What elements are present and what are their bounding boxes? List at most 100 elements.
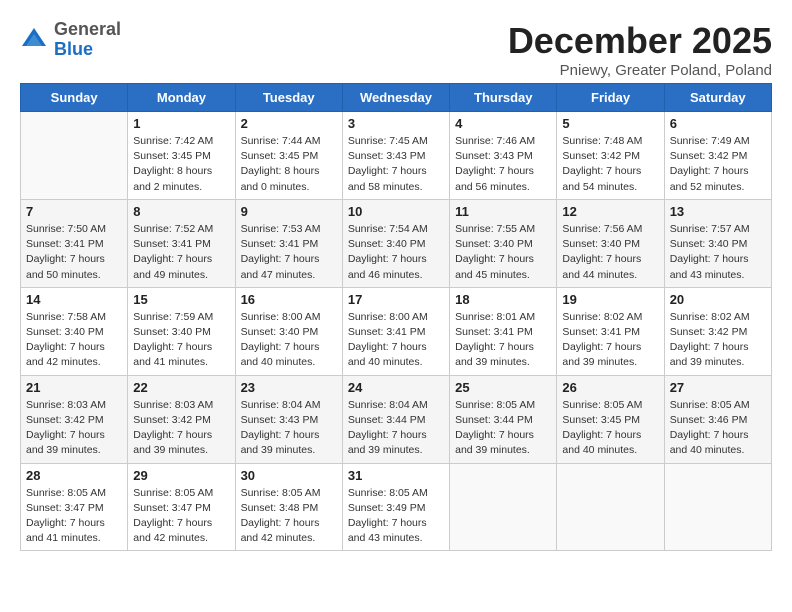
day-info: Sunrise: 7:54 AMSunset: 3:40 PMDaylight:…: [348, 222, 444, 283]
calendar-day-cell: 1Sunrise: 7:42 AMSunset: 3:45 PMDaylight…: [128, 112, 235, 200]
day-info: Sunrise: 8:05 AMSunset: 3:49 PMDaylight:…: [348, 486, 444, 547]
logo-icon: [20, 26, 48, 54]
weekday-header: Tuesday: [235, 84, 342, 112]
calendar-week-row: 7 Sunrise: 7:50 AMSunset: 3:41 PMDaylight…: [21, 199, 772, 287]
calendar-day-cell: 25 Sunrise: 8:05 AMSunset: 3:44 PMDayligh…: [450, 375, 557, 463]
day-number: 5: [562, 116, 658, 131]
calendar-day-cell: 21Sunrise: 8:03 AMSunset: 3:42 PMDayligh…: [21, 375, 128, 463]
weekday-header: Sunday: [21, 84, 128, 112]
calendar-week-row: 21Sunrise: 8:03 AMSunset: 3:42 PMDayligh…: [21, 375, 772, 463]
calendar-day-cell: 13Sunrise: 7:57 AMSunset: 3:40 PMDayligh…: [664, 199, 771, 287]
calendar-day-cell: 20 Sunrise: 8:02 AMSunset: 3:42 PMDayligh…: [664, 287, 771, 375]
day-number: 12: [562, 204, 658, 219]
day-info: Sunrise: 7:49 AMSunset: 3:42 PMDaylight:…: [670, 134, 766, 195]
day-number: 11: [455, 204, 551, 219]
day-number: 18: [455, 292, 551, 307]
day-number: 24: [348, 380, 444, 395]
calendar-day-cell: 19 Sunrise: 8:02 AMSunset: 3:41 PMDayligh…: [557, 287, 664, 375]
day-number: 21: [26, 380, 122, 395]
calendar-day-cell: 12 Sunrise: 7:56 AMSunset: 3:40 PMDayligh…: [557, 199, 664, 287]
day-info: Sunrise: 8:05 AMSunset: 3:44 PMDaylight:…: [455, 398, 551, 459]
day-info: Sunrise: 7:50 AMSunset: 3:41 PMDaylight:…: [26, 222, 122, 283]
calendar-day-cell: 6Sunrise: 7:49 AMSunset: 3:42 PMDaylight…: [664, 112, 771, 200]
calendar-day-cell: [664, 463, 771, 551]
day-info: Sunrise: 8:05 AMSunset: 3:45 PMDaylight:…: [562, 398, 658, 459]
day-number: 22: [133, 380, 229, 395]
calendar-day-cell: 29 Sunrise: 8:05 AMSunset: 3:47 PMDayligh…: [128, 463, 235, 551]
calendar-day-cell: 17 Sunrise: 8:00 AMSunset: 3:41 PMDayligh…: [342, 287, 449, 375]
day-info: Sunrise: 8:02 AMSunset: 3:41 PMDaylight:…: [562, 310, 658, 371]
calendar-day-cell: 8 Sunrise: 7:52 AMSunset: 3:41 PMDaylight…: [128, 199, 235, 287]
day-number: 8: [133, 204, 229, 219]
day-number: 9: [241, 204, 337, 219]
day-number: 31: [348, 468, 444, 483]
calendar-day-cell: 4 Sunrise: 7:46 AMSunset: 3:43 PMDaylight…: [450, 112, 557, 200]
weekday-header: Saturday: [664, 84, 771, 112]
calendar-day-cell: 9 Sunrise: 7:53 AMSunset: 3:41 PMDaylight…: [235, 199, 342, 287]
calendar-day-cell: [21, 112, 128, 200]
calendar-day-cell: 30Sunrise: 8:05 AMSunset: 3:48 PMDayligh…: [235, 463, 342, 551]
calendar-day-cell: 11 Sunrise: 7:55 AMSunset: 3:40 PMDayligh…: [450, 199, 557, 287]
day-number: 10: [348, 204, 444, 219]
day-info: Sunrise: 8:00 AMSunset: 3:41 PMDaylight:…: [348, 310, 444, 371]
location-subtitle: Pniewy, Greater Poland, Poland: [508, 62, 772, 79]
calendar-day-cell: 18 Sunrise: 8:01 AMSunset: 3:41 PMDayligh…: [450, 287, 557, 375]
day-number: 20: [670, 292, 766, 307]
day-info: Sunrise: 7:46 AMSunset: 3:43 PMDaylight:…: [455, 134, 551, 195]
day-number: 2: [241, 116, 337, 131]
day-number: 23: [241, 380, 337, 395]
day-number: 15: [133, 292, 229, 307]
day-info: Sunrise: 8:01 AMSunset: 3:41 PMDaylight:…: [455, 310, 551, 371]
calendar-day-cell: 28 Sunrise: 8:05 AMSunset: 3:47 PMDayligh…: [21, 463, 128, 551]
calendar-week-row: 14Sunrise: 7:58 AMSunset: 3:40 PMDayligh…: [21, 287, 772, 375]
day-info: Sunrise: 8:05 AMSunset: 3:46 PMDaylight:…: [670, 398, 766, 459]
day-info: Sunrise: 8:04 AMSunset: 3:43 PMDaylight:…: [241, 398, 337, 459]
calendar-day-cell: 16 Sunrise: 8:00 AMSunset: 3:40 PMDayligh…: [235, 287, 342, 375]
day-info: Sunrise: 8:05 AMSunset: 3:47 PMDaylight:…: [133, 486, 229, 547]
calendar-day-cell: [450, 463, 557, 551]
calendar-day-cell: 10 Sunrise: 7:54 AMSunset: 3:40 PMDayligh…: [342, 199, 449, 287]
calendar-table: SundayMondayTuesdayWednesdayThursdayFrid…: [20, 83, 772, 551]
weekday-header: Monday: [128, 84, 235, 112]
day-info: Sunrise: 7:53 AMSunset: 3:41 PMDaylight:…: [241, 222, 337, 283]
day-info: Sunrise: 7:45 AMSunset: 3:43 PMDaylight:…: [348, 134, 444, 195]
day-number: 25: [455, 380, 551, 395]
day-number: 16: [241, 292, 337, 307]
calendar-day-cell: 5 Sunrise: 7:48 AMSunset: 3:42 PMDaylight…: [557, 112, 664, 200]
day-info: Sunrise: 7:44 AMSunset: 3:45 PMDaylight:…: [241, 134, 337, 195]
day-info: Sunrise: 8:02 AMSunset: 3:42 PMDaylight:…: [670, 310, 766, 371]
month-title: December 2025: [508, 20, 772, 62]
day-info: Sunrise: 8:05 AMSunset: 3:47 PMDaylight:…: [26, 486, 122, 547]
day-number: 19: [562, 292, 658, 307]
day-number: 4: [455, 116, 551, 131]
day-info: Sunrise: 7:48 AMSunset: 3:42 PMDaylight:…: [562, 134, 658, 195]
calendar-day-cell: 26 Sunrise: 8:05 AMSunset: 3:45 PMDayligh…: [557, 375, 664, 463]
day-number: 28: [26, 468, 122, 483]
day-info: Sunrise: 7:56 AMSunset: 3:40 PMDaylight:…: [562, 222, 658, 283]
calendar-day-cell: 23 Sunrise: 8:04 AMSunset: 3:43 PMDayligh…: [235, 375, 342, 463]
day-number: 17: [348, 292, 444, 307]
calendar-day-cell: 3 Sunrise: 7:45 AMSunset: 3:43 PMDaylight…: [342, 112, 449, 200]
calendar-day-cell: 14Sunrise: 7:58 AMSunset: 3:40 PMDayligh…: [21, 287, 128, 375]
day-number: 7: [26, 204, 122, 219]
calendar-day-cell: 2 Sunrise: 7:44 AMSunset: 3:45 PMDaylight…: [235, 112, 342, 200]
day-info: Sunrise: 7:52 AMSunset: 3:41 PMDaylight:…: [133, 222, 229, 283]
calendar-day-cell: 7 Sunrise: 7:50 AMSunset: 3:41 PMDaylight…: [21, 199, 128, 287]
calendar-day-cell: 15 Sunrise: 7:59 AMSunset: 3:40 PMDayligh…: [128, 287, 235, 375]
weekday-header-row: SundayMondayTuesdayWednesdayThursdayFrid…: [21, 84, 772, 112]
day-number: 29: [133, 468, 229, 483]
calendar-day-cell: 27 Sunrise: 8:05 AMSunset: 3:46 PMDayligh…: [664, 375, 771, 463]
calendar-day-cell: 31 Sunrise: 8:05 AMSunset: 3:49 PMDayligh…: [342, 463, 449, 551]
logo: General Blue: [20, 20, 121, 60]
calendar-week-row: 1Sunrise: 7:42 AMSunset: 3:45 PMDaylight…: [21, 112, 772, 200]
logo-blue-text: Blue: [54, 39, 93, 59]
day-number: 26: [562, 380, 658, 395]
day-number: 27: [670, 380, 766, 395]
day-info: Sunrise: 8:00 AMSunset: 3:40 PMDaylight:…: [241, 310, 337, 371]
day-number: 3: [348, 116, 444, 131]
calendar-day-cell: 24Sunrise: 8:04 AMSunset: 3:44 PMDayligh…: [342, 375, 449, 463]
logo-general-text: General: [54, 19, 121, 39]
day-info: Sunrise: 7:59 AMSunset: 3:40 PMDaylight:…: [133, 310, 229, 371]
day-info: Sunrise: 7:58 AMSunset: 3:40 PMDaylight:…: [26, 310, 122, 371]
day-info: Sunrise: 7:55 AMSunset: 3:40 PMDaylight:…: [455, 222, 551, 283]
